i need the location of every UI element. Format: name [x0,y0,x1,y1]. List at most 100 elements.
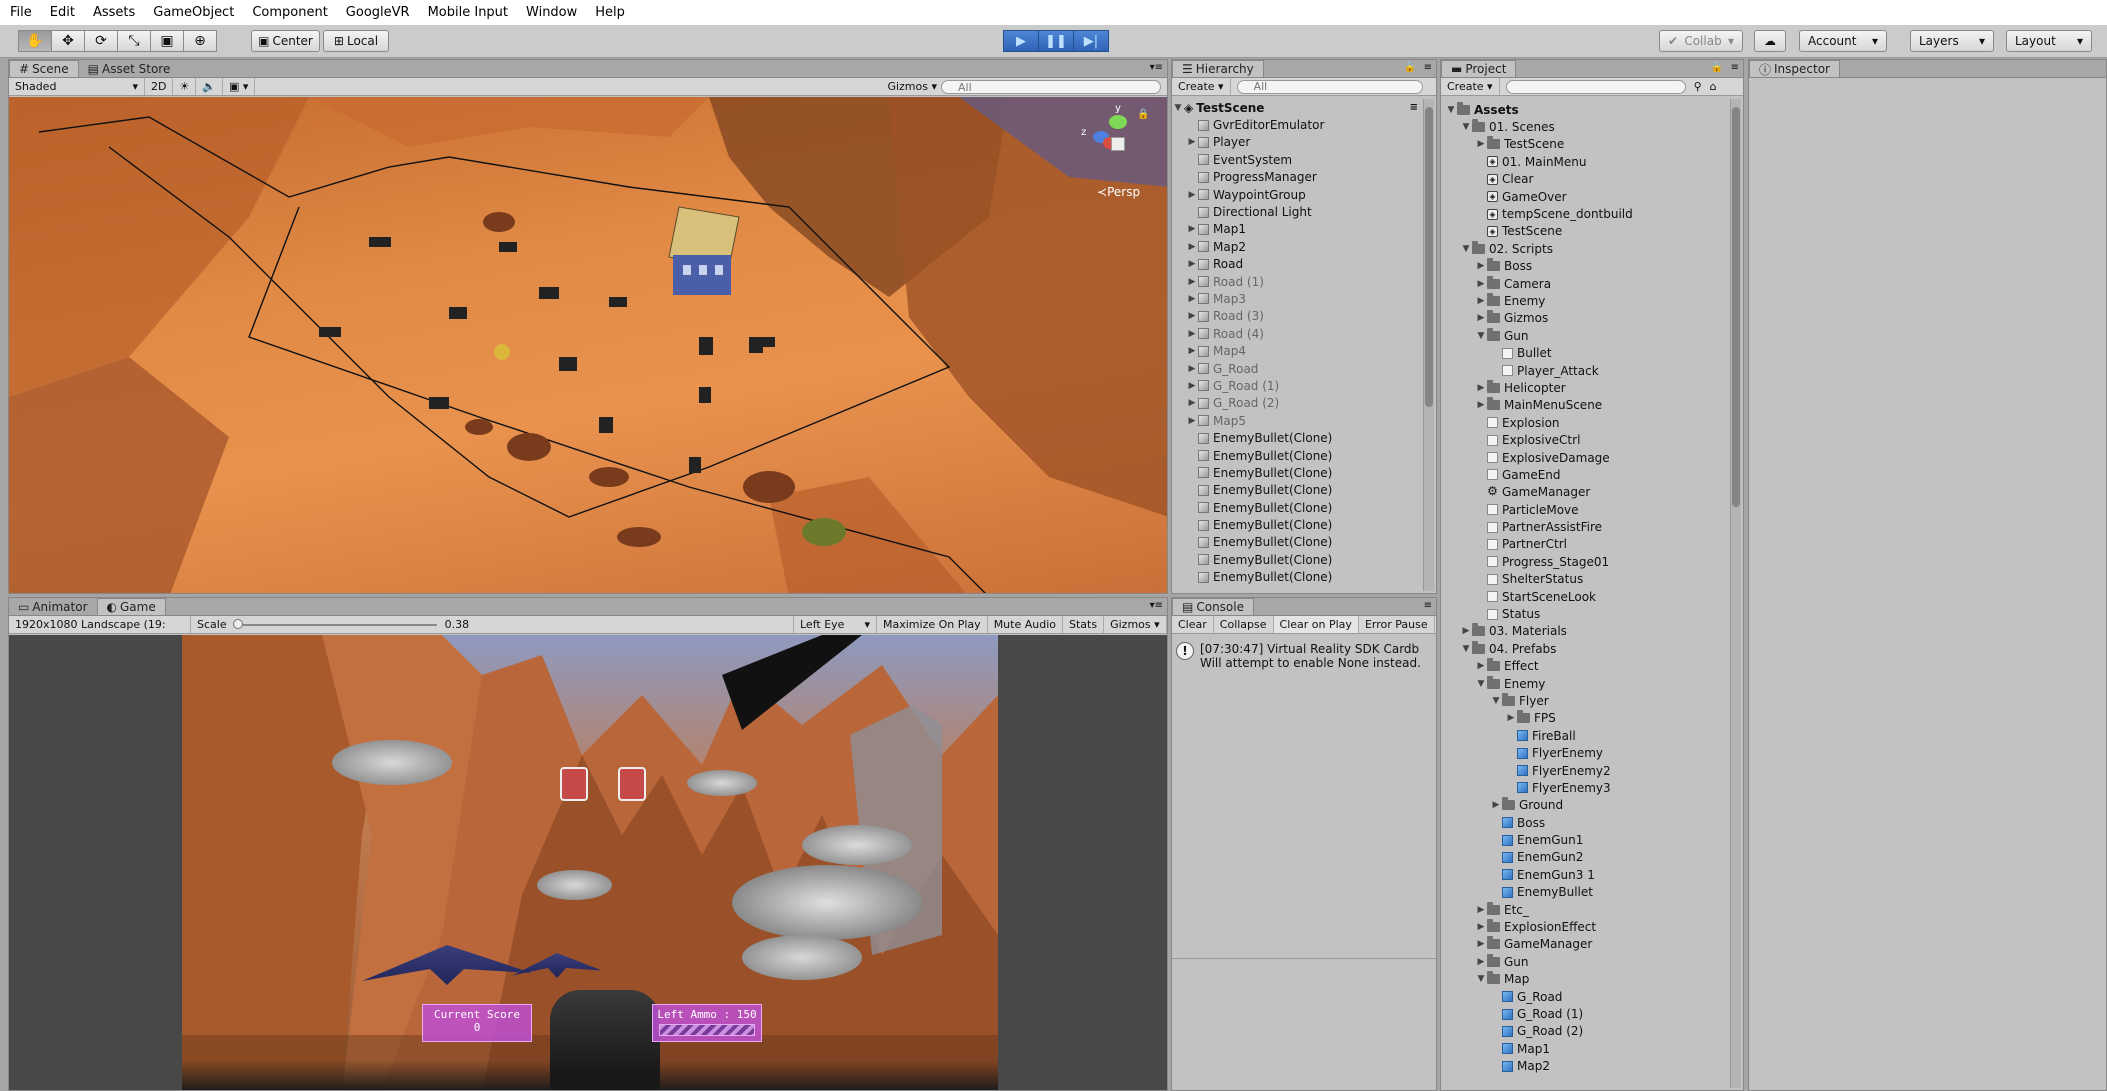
console-detail-divider[interactable] [1172,958,1436,959]
expand-arrow-icon[interactable]: ▶ [1186,416,1198,426]
project-item[interactable]: G_Road (1) [1441,1005,1729,1022]
expand-arrow-icon[interactable]: ▶ [1186,329,1198,339]
filter-label-icon[interactable]: ⌂ [1710,80,1717,93]
scale-slider-knob[interactable] [232,618,243,629]
panel-menu-icon[interactable]: ≡ [1731,62,1739,73]
project-item[interactable]: ▶ GameManager [1441,936,1729,953]
hierarchy-item[interactable]: ▶ G_Road (2) [1172,395,1422,412]
console-clear-button[interactable]: Clear [1172,616,1214,633]
hierarchy-item[interactable]: EnemyBullet(Clone) [1172,534,1422,551]
project-item[interactable]: ◈ 01. MainMenu [1441,153,1729,170]
cloud-button[interactable]: ☁ [1754,30,1786,52]
hierarchy-item[interactable]: Directional Light [1172,203,1422,220]
tab-game[interactable]: ◐ Game [96,598,166,615]
expand-arrow-icon[interactable]: ▼ [1445,105,1457,115]
eye-dropdown[interactable]: Left Eye ▾ [793,616,877,633]
menu-component[interactable]: Component [252,5,327,20]
hierarchy-item[interactable]: EnemyBullet(Clone) [1172,569,1422,586]
layout-dropdown[interactable]: Layout ▾ [2006,30,2092,52]
project-item[interactable]: Explosion [1441,414,1729,431]
menu-edit[interactable]: Edit [50,5,75,20]
expand-arrow-icon[interactable]: ▶ [1475,905,1487,915]
tab-inspector[interactable]: ⓘ Inspector [1749,60,1840,77]
project-search-input[interactable] [1505,79,1686,94]
hierarchy-item[interactable]: ▶ Map3 [1172,290,1422,307]
project-item[interactable]: Player_Attack [1441,362,1729,379]
expand-arrow-icon[interactable]: ▼ [1172,103,1184,113]
project-item[interactable]: ◈ tempScene_dontbuild [1441,205,1729,222]
expand-arrow-icon[interactable]: ▶ [1475,383,1487,393]
expand-arrow-icon[interactable]: ▶ [1186,224,1198,234]
hierarchy-item[interactable]: ▶ Map1 [1172,221,1422,238]
expand-arrow-icon[interactable]: ▶ [1186,346,1198,356]
console-collapse-button[interactable]: Collapse [1214,616,1274,633]
menu-googlevr[interactable]: GoogleVR [346,5,410,20]
project-item[interactable]: FlyerEnemy2 [1441,762,1729,779]
tab-console[interactable]: ▤ Console [1172,598,1254,615]
project-item[interactable]: ▼ 04. Prefabs [1441,640,1729,657]
project-item[interactable]: ▼ Flyer [1441,692,1729,709]
project-item[interactable]: Map2 [1441,1057,1729,1074]
resolution-dropdown[interactable]: 1920x1080 Landscape (19: [9,616,191,633]
scene-menu-icon[interactable]: ≡ [1410,102,1418,113]
hierarchy-item[interactable]: ▶ Road (1) [1172,273,1422,290]
hierarchy-item[interactable]: ▶ Road (3) [1172,308,1422,325]
project-item[interactable]: StartSceneLook [1441,588,1729,605]
project-item[interactable]: ▼ Gun [1441,327,1729,344]
project-item[interactable]: ▶ Gizmos [1441,310,1729,327]
gizmo-lock-icon[interactable]: 🔒 [1137,109,1149,120]
hierarchy-item[interactable]: ▶ Map5 [1172,412,1422,429]
project-item[interactable]: ▶ Enemy [1441,292,1729,309]
expand-arrow-icon[interactable]: ▼ [1490,696,1502,706]
project-item[interactable]: ▶ Effect [1441,658,1729,675]
hierarchy-item[interactable]: ▶ Player [1172,134,1422,151]
move-tool-icon[interactable]: ✥ [51,30,85,52]
console-clear-on-play-button[interactable]: Clear on Play [1273,616,1359,633]
expand-arrow-icon[interactable]: ▶ [1475,939,1487,949]
project-item[interactable]: PartnerAssistFire [1441,518,1729,535]
scene-viewport[interactable]: y z 🔒 ≺Persp [9,97,1167,593]
hierarchy-item[interactable]: GvrEditorEmulator [1172,116,1422,133]
expand-arrow-icon[interactable]: ▶ [1475,957,1487,967]
expand-arrow-icon[interactable]: ▶ [1475,139,1487,149]
lighting-icon[interactable]: ☀ [173,78,197,95]
project-item[interactable]: EnemyBullet [1441,884,1729,901]
hierarchy-search-input[interactable]: All [1236,79,1423,94]
project-item[interactable]: FlyerEnemy3 [1441,779,1729,796]
project-item[interactable]: ▼ 01. Scenes [1441,118,1729,135]
stats-button[interactable]: Stats [1063,616,1105,633]
project-item[interactable]: ▶ Etc_ [1441,901,1729,918]
hierarchy-item[interactable]: EnemyBullet(Clone) [1172,447,1422,464]
project-item[interactable]: ▼ Enemy [1441,675,1729,692]
menu-assets[interactable]: Assets [93,5,135,20]
account-dropdown[interactable]: Account ▾ [1799,30,1887,52]
tab-hierarchy[interactable]: ☰ Hierarchy [1172,60,1264,77]
project-item[interactable]: G_Road [1441,988,1729,1005]
expand-arrow-icon[interactable]: ▶ [1186,190,1198,200]
scene-gizmos-dropdown[interactable]: Gizmos ▾ [887,80,937,93]
project-item[interactable]: GameEnd [1441,466,1729,483]
expand-arrow-icon[interactable]: ▶ [1475,400,1487,410]
project-item[interactable]: ⚙ GameManager [1441,484,1729,501]
project-item[interactable]: ◈ GameOver [1441,188,1729,205]
hierarchy-item[interactable]: EnemyBullet(Clone) [1172,429,1422,446]
panel-menu-icon[interactable]: ≡ [1424,62,1432,73]
expand-arrow-icon[interactable]: ▶ [1186,398,1198,408]
project-item[interactable]: ▶ Ground [1441,797,1729,814]
hierarchy-item[interactable]: ▶ G_Road [1172,360,1422,377]
hierarchy-scroll-thumb[interactable] [1425,107,1433,407]
project-item[interactable]: ▶ FPS [1441,710,1729,727]
project-item[interactable]: ▶ Helicopter [1441,379,1729,396]
project-item[interactable]: ▶ MainMenuScene [1441,397,1729,414]
expand-arrow-icon[interactable]: ▼ [1475,974,1487,984]
project-item[interactable]: Bullet [1441,344,1729,361]
project-item[interactable]: EnemGun3 1 [1441,866,1729,883]
expand-arrow-icon[interactable]: ▼ [1460,644,1472,654]
project-item[interactable]: FlyerEnemy [1441,744,1729,761]
scale-slider[interactable] [232,618,437,629]
step-button[interactable]: ▶| [1073,30,1109,52]
persp-label[interactable]: ≺Persp [1097,185,1140,199]
expand-arrow-icon[interactable]: ▼ [1475,331,1487,341]
project-item[interactable]: ◈ TestScene [1441,223,1729,240]
hierarchy-item[interactable]: ProgressManager [1172,169,1422,186]
